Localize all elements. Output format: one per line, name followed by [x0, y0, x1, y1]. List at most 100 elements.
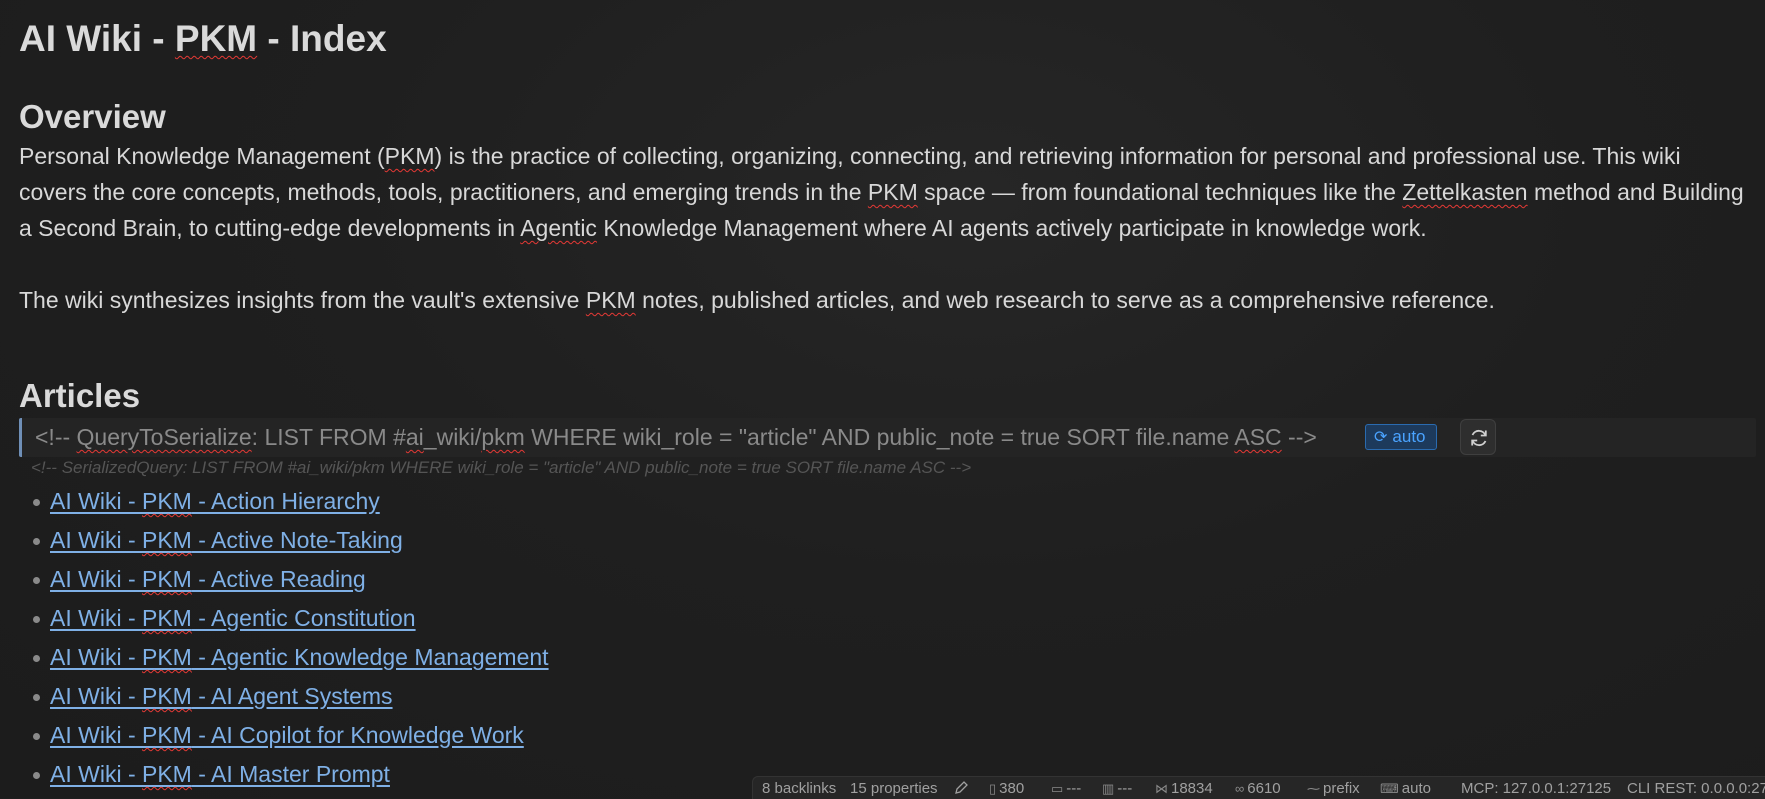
- bullet: [33, 733, 40, 740]
- text: AI Wiki -: [50, 761, 142, 787]
- editor-pane: AI Wiki - PKM - Index Overview Personal …: [0, 0, 1765, 799]
- token-count-value: 6610: [1247, 780, 1281, 797]
- spell-word: PKM: [142, 644, 192, 670]
- list-item: AI Wiki - PKM - AI Copilot for Knowledge…: [33, 716, 549, 755]
- auto-refresh-badge[interactable]: ⟳ auto: [1365, 424, 1437, 450]
- text: <!--: [35, 424, 77, 450]
- article-link[interactable]: AI Wiki - PKM - AI Copilot for Knowledge…: [50, 722, 524, 748]
- status-field-b-value: ---: [1117, 780, 1133, 797]
- article-link[interactable]: AI Wiki - PKM - Active Note-Taking: [50, 527, 403, 553]
- overview-paragraph-1: Personal Knowledge Management (PKM) is t…: [19, 138, 1754, 246]
- text: AI Wiki -: [50, 488, 142, 514]
- text: - AI Copilot for Knowledge Work: [191, 722, 524, 748]
- cli-rest-status[interactable]: CLI REST: 0.0.0.0:27: [1627, 780, 1765, 797]
- text: Personal Knowledge Management (: [19, 143, 385, 169]
- card-icon: ▭: [1051, 781, 1064, 796]
- word-count-value: 380: [999, 780, 1025, 797]
- list-item: AI Wiki - PKM - AI Agent Systems: [33, 677, 549, 716]
- spell-word: PKM: [142, 527, 192, 553]
- query-block[interactable]: <!-- QueryToSerialize: LIST FROM #ai_wik…: [19, 418, 1756, 457]
- keyboard-mode[interactable]: ⌨ auto: [1380, 780, 1431, 797]
- article-link[interactable]: AI Wiki - PKM - AI Agent Systems: [50, 683, 393, 709]
- spell-word: PKM: [142, 683, 192, 709]
- article-link[interactable]: AI Wiki - PKM - Agentic Knowledge Manage…: [50, 644, 549, 670]
- list-item: AI Wiki - PKM - Active Note-Taking: [33, 521, 549, 560]
- refresh-query-button[interactable]: [1460, 419, 1496, 455]
- status-field-a-value: ---: [1066, 780, 1082, 797]
- pencil-icon: [955, 781, 968, 794]
- backlinks-count[interactable]: 8 backlinks: [762, 780, 836, 797]
- text: : LIST FROM #: [251, 424, 406, 450]
- token-count[interactable]: ∞ 6610: [1235, 780, 1281, 797]
- text: AI Wiki -: [50, 605, 142, 631]
- title-part-3: - Index: [257, 18, 387, 59]
- page-title: AI Wiki - PKM - Index: [19, 18, 387, 60]
- bullet: [33, 538, 40, 545]
- text: AI Wiki -: [50, 722, 142, 748]
- overview-paragraph-2: The wiki synthesizes insights from the v…: [19, 282, 1754, 318]
- sync-icon: ⟳: [1374, 429, 1388, 446]
- text: space — from foundational techniques lik…: [917, 179, 1403, 205]
- list-item: AI Wiki - PKM - Agentic Knowledge Manage…: [33, 638, 549, 677]
- text: AI Wiki -: [50, 527, 142, 553]
- list-item: AI Wiki - PKM - Action Hierarchy: [33, 482, 549, 521]
- text: AI Wiki -: [50, 644, 142, 670]
- refresh-icon: [1471, 429, 1487, 447]
- edit-mode-toggle[interactable]: [953, 780, 969, 799]
- character-count-value: 18834: [1171, 780, 1213, 797]
- spell-word: Agentic: [520, 215, 597, 241]
- keyboard-icon: ⌨: [1380, 781, 1399, 796]
- articles-heading: Articles: [19, 377, 141, 414]
- status-bar: 8 backlinks 15 properties ▯ 380 ▭ --- ▥ ---…: [752, 776, 1765, 799]
- bullet: [33, 655, 40, 662]
- text: - AI Agent Systems: [191, 683, 393, 709]
- text: WHERE wiki_role = "article" AND public_n…: [524, 424, 1235, 450]
- spell-word: pkm: [481, 424, 525, 450]
- list-item: AI Wiki - PKM - AI Master Prompt: [33, 755, 549, 794]
- list-item: AI Wiki - PKM - Active Reading: [33, 560, 549, 599]
- text: Knowledge Management where AI agents act…: [596, 215, 1427, 241]
- bullet: [33, 772, 40, 779]
- spell-word: PKM: [142, 761, 192, 787]
- spell-word: QueryToSerialize: [76, 424, 252, 450]
- character-count[interactable]: ⋈ 18834: [1155, 780, 1213, 797]
- chart-icon: ▥: [1102, 781, 1115, 796]
- text: - Action Hierarchy: [191, 488, 380, 514]
- spell-word: PKM: [585, 287, 636, 313]
- query-comment[interactable]: <!-- QueryToSerialize: LIST FROM #ai_wik…: [35, 424, 1317, 451]
- article-link[interactable]: AI Wiki - PKM - Agentic Constitution: [50, 605, 416, 631]
- link-icon: ∞: [1235, 781, 1245, 796]
- auto-badge-label: auto: [1392, 427, 1426, 446]
- prefix-icon: ⁓: [1307, 781, 1320, 796]
- article-link[interactable]: AI Wiki - PKM - Active Reading: [50, 566, 366, 592]
- text: - Active Reading: [191, 566, 366, 592]
- properties-count[interactable]: 15 properties: [850, 780, 938, 797]
- status-field-a[interactable]: ▭ ---: [1051, 780, 1081, 797]
- spell-word: PKM: [142, 566, 192, 592]
- status-field-b[interactable]: ▥ ---: [1102, 780, 1132, 797]
- text: _wiki/: [423, 424, 482, 450]
- bullet: [33, 694, 40, 701]
- article-link[interactable]: AI Wiki - PKM - Action Hierarchy: [50, 488, 380, 514]
- spell-word: PKM: [384, 143, 435, 169]
- text: - Active Note-Taking: [191, 527, 403, 553]
- graph-icon: ⋈: [1155, 781, 1168, 796]
- mcp-status[interactable]: MCP: 127.0.0.1:27125: [1461, 780, 1611, 797]
- list-item: AI Wiki - PKM - Agentic Constitution: [33, 599, 549, 638]
- spell-word: PKM: [142, 488, 192, 514]
- title-part-2: PKM: [174, 18, 258, 59]
- prefix-mode[interactable]: ⁓ prefix: [1307, 780, 1360, 797]
- text: AI Wiki -: [50, 566, 142, 592]
- serialized-query-comment: <!-- SerializedQuery: LIST FROM #ai_wiki…: [31, 458, 972, 477]
- bullet: [33, 616, 40, 623]
- file-icon: ▯: [989, 781, 997, 796]
- spell-word: PKM: [142, 722, 192, 748]
- spell-word: PKM: [142, 605, 192, 631]
- word-count[interactable]: ▯ 380: [989, 780, 1024, 797]
- spell-word: ASC: [1234, 424, 1282, 450]
- spell-word: Zettelkasten: [1402, 179, 1528, 205]
- text: -->: [1281, 424, 1317, 450]
- text: - AI Master Prompt: [191, 761, 390, 787]
- prefix-mode-label: prefix: [1323, 780, 1360, 797]
- article-link[interactable]: AI Wiki - PKM - AI Master Prompt: [50, 761, 390, 787]
